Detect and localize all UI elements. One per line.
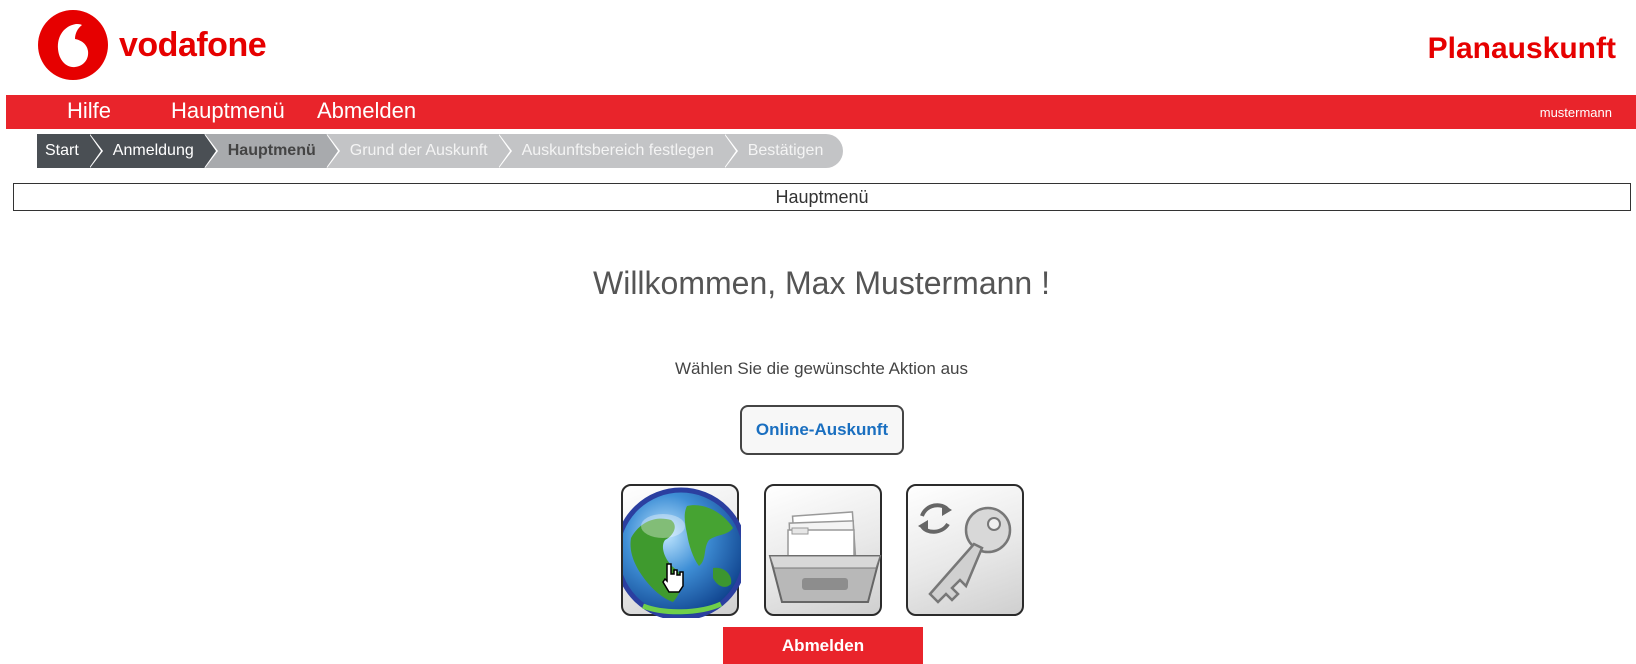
nav-help[interactable]: Hilfe [67, 98, 111, 124]
card-file-tile[interactable] [764, 484, 882, 616]
globe-icon [623, 487, 741, 618]
username-label: mustermann [1539, 105, 1612, 120]
breadcrumb-reason: Grund der Auskunft [325, 134, 512, 168]
breadcrumb-login[interactable]: Anmeldung [88, 134, 218, 168]
header: vodafone Planauskunft [0, 0, 1636, 95]
breadcrumb-area: Auskunftsbereich festlegen [497, 134, 738, 168]
nav-logout[interactable]: Abmelden [317, 98, 416, 124]
vodafone-logo[interactable]: vodafone [37, 9, 267, 81]
online-auskunft-button[interactable]: Online-Auskunft [740, 405, 904, 455]
globe-tile[interactable] [621, 484, 741, 618]
key-tile[interactable] [906, 484, 1024, 616]
vodafone-speechmark-icon [38, 10, 108, 80]
breadcrumb-start[interactable]: Start [37, 134, 103, 168]
key-refresh-icon [918, 503, 1012, 604]
logout-button[interactable]: Abmelden [723, 627, 923, 664]
section-title: Hauptmenü [13, 183, 1631, 211]
nav-main-menu[interactable]: Hauptmenü [171, 98, 285, 124]
breadcrumb-confirm: Bestätigen [723, 134, 844, 168]
instruction-text: Wählen Sie die gewünschte Aktion aus [675, 359, 968, 378]
breadcrumb: Start Anmeldung Hauptmenü Grund der Ausk… [37, 134, 844, 168]
logo-text: vodafone [119, 25, 267, 64]
card-file-box-icon [768, 511, 882, 603]
welcome-heading: Willkommen, Max Mustermann ! [593, 265, 1050, 301]
breadcrumb-main-menu: Hauptmenü [203, 134, 340, 168]
app-title: Planauskunft [1427, 32, 1616, 65]
key-icon [928, 506, 1012, 604]
top-nav-bar: Hilfe Hauptmenü Abmelden mustermann [6, 95, 1636, 129]
